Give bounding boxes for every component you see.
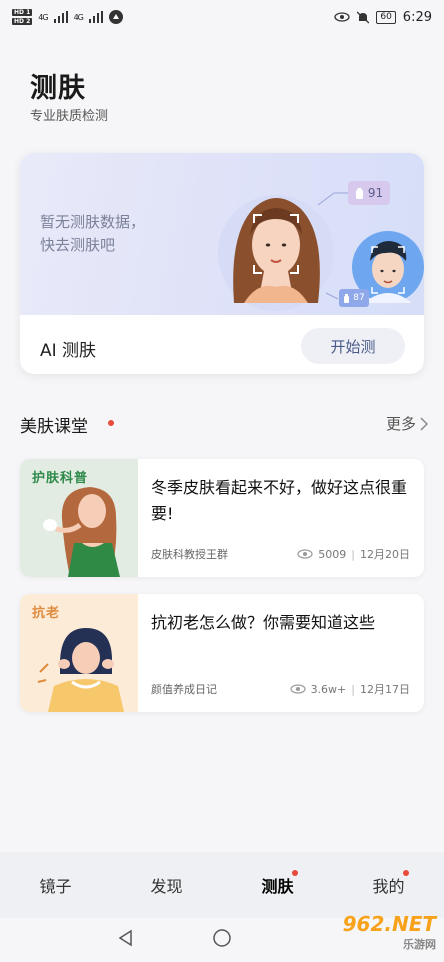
empty-state-line2: 快去测肤吧	[40, 236, 116, 254]
hd2-label: HD 2	[12, 18, 33, 25]
back-icon[interactable]	[117, 929, 135, 947]
clock: 6:29	[402, 9, 432, 25]
more-link[interactable]: 更多	[386, 413, 428, 434]
score-badge-2: 87	[339, 289, 369, 307]
nav-me-label: 我的	[372, 877, 405, 896]
ai-skin-test-label: AI 测肤	[40, 341, 97, 361]
start-test-button[interactable]: 开始测	[301, 328, 405, 364]
face-scan-illustration	[218, 192, 424, 311]
hd1-label: HD 1	[12, 9, 33, 16]
watermark-subtext: 乐游网	[403, 938, 436, 951]
nav-discover[interactable]: 发现	[111, 852, 222, 918]
chevron-right-icon	[420, 416, 428, 431]
article-meta-2: 3.6w+ | 12月17日	[289, 681, 410, 697]
empty-state-text: 暂无测肤数据， 快去测肤吧	[40, 211, 145, 257]
battery-indicator: 60	[376, 10, 396, 24]
page-subtitle: 专业肤质检测	[30, 109, 109, 124]
status-bar: HD 1 HD 2 4G 4G 60 6:29	[0, 0, 444, 34]
article-thumbnail-2: 抗老	[20, 594, 138, 712]
network2-label: 4G	[73, 12, 84, 22]
score-2-value: 87	[353, 293, 365, 303]
article-title-2: 抗初老怎么做？你需要知道这些	[151, 613, 376, 632]
article-date-1: 12月20日	[360, 548, 410, 561]
ai-skin-test-card[interactable]: 暂无测肤数据， 快去测肤吧 91 87 AI 测肤 开始测	[20, 153, 424, 374]
article-views-2: 3.6w+	[310, 682, 347, 696]
meta-divider: |	[351, 682, 355, 696]
article-meta-1: 5009 | 12月20日	[297, 546, 410, 562]
nav-skin-test[interactable]: 测肤	[222, 852, 333, 918]
nav-me-dot	[403, 870, 409, 876]
bottom-nav: 镜子 发现 测肤 我的	[0, 852, 444, 918]
article-views-1: 5009	[318, 547, 347, 561]
eye-comfort-icon	[334, 12, 350, 22]
watermark-text: 962.NET	[342, 912, 436, 936]
page-title: 测肤	[30, 73, 86, 104]
meta-divider: |	[351, 547, 355, 561]
status-left: HD 1 HD 2 4G 4G	[12, 8, 123, 26]
bottle-icon-small	[344, 293, 350, 303]
more-label: 更多	[385, 415, 416, 433]
section-title: 美肤课堂	[20, 417, 88, 437]
article-author-2: 颜值养成日记	[151, 683, 217, 696]
nav-discover-label: 发现	[150, 877, 183, 896]
score-1-value: 91	[367, 186, 384, 200]
article-date-2: 12月17日	[360, 683, 410, 696]
watermark-logo: 962.NET 乐游网	[343, 912, 436, 952]
hd-indicator: HD 1 HD 2	[12, 8, 33, 26]
view-count-icon	[289, 684, 306, 694]
article-card-2[interactable]: 抗老 抗初老怎么做？你需要知道这些 颜值养成日记 3.6w+ | 12月17日	[20, 594, 424, 712]
article-author-1: 皮肤科教授王群	[151, 548, 228, 561]
bottle-icon	[355, 187, 363, 199]
score-badge-1: 91	[348, 181, 390, 205]
signal-icon-2	[88, 11, 103, 23]
empty-state-line1: 暂无测肤数据，	[40, 213, 146, 231]
nav-mirror[interactable]: 镜子	[0, 852, 111, 918]
article-thumbnail-1: 护肤科普	[20, 459, 138, 577]
antiaging-girl-illustration	[37, 628, 124, 712]
nav-skin-test-dot	[292, 870, 298, 876]
signal-icon	[53, 11, 68, 23]
skincare-girl-illustration	[43, 487, 120, 577]
article-card-1[interactable]: 护肤科普 冬季皮肤看起来不好，做好这点很重要! 皮肤科教授王群 5009 | 1…	[20, 459, 424, 577]
new-content-dot	[108, 420, 114, 426]
network1-label: 4G	[38, 12, 48, 22]
app-notification-icon	[108, 10, 123, 24]
home-icon[interactable]	[212, 928, 232, 948]
status-right: 60 6:29	[334, 10, 432, 25]
nav-mirror-label: 镜子	[39, 877, 72, 896]
ai-hero-banner[interactable]: 暂无测肤数据， 快去测肤吧 91 87	[20, 153, 424, 315]
article-title-1: 冬季皮肤看起来不好，做好这点很重要!	[151, 478, 408, 523]
nav-skin-test-label: 测肤	[261, 877, 294, 896]
view-count-icon	[297, 549, 313, 559]
mute-bell-icon	[357, 11, 370, 23]
nav-me[interactable]: 我的	[333, 852, 444, 918]
